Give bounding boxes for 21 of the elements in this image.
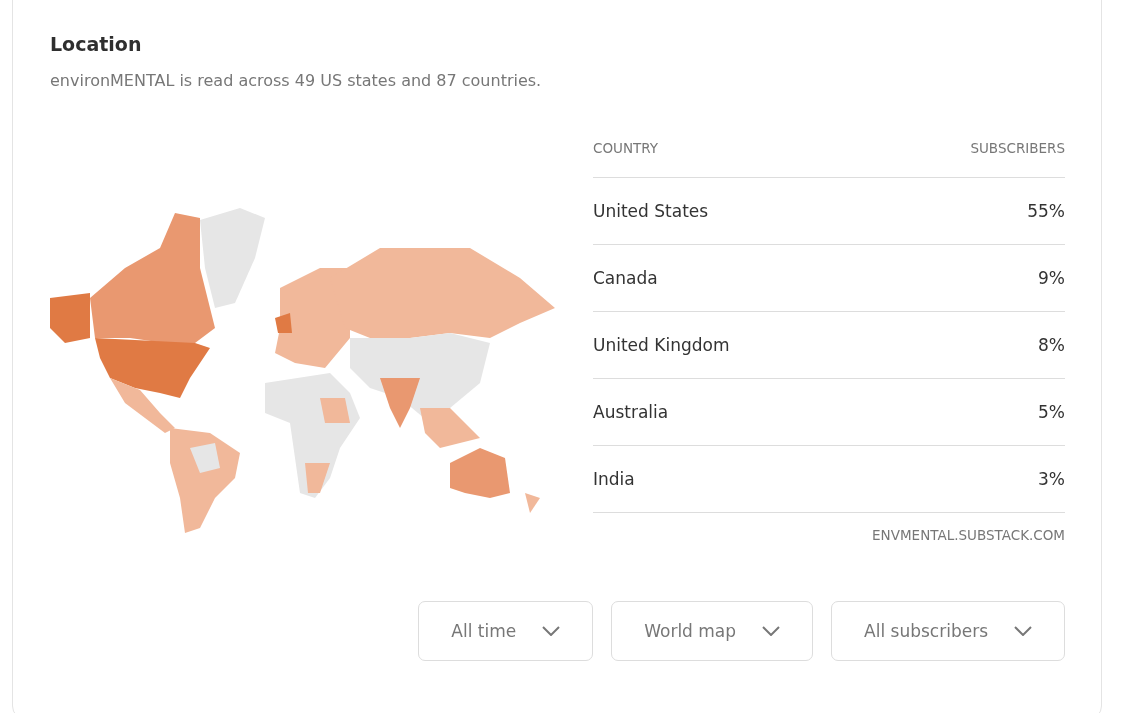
country-name: Canada [593, 268, 658, 288]
subscriber-share: 5% [1038, 402, 1065, 422]
filter-dropdown[interactable]: World map [611, 601, 814, 661]
subscriber-share: 9% [1038, 268, 1065, 288]
country-name: India [593, 469, 635, 489]
country-name: United States [593, 201, 709, 221]
country-name: United Kingdom [593, 335, 730, 355]
subscriber-share: 8% [1038, 335, 1065, 355]
column-header: SUBSCRIBERS [970, 140, 1065, 156]
country-name: Australia [593, 402, 669, 422]
card-subtitle: environMENTAL is read across 49 US states and 87 countries. [50, 71, 543, 90]
subscriber-share: 55% [1027, 201, 1065, 221]
chevron-down-icon [542, 626, 561, 636]
column-header: COUNTRY [593, 140, 659, 156]
filter-dropdown[interactable]: All time [418, 601, 594, 661]
subscriber-share: 3% [1038, 469, 1065, 489]
card-title: Location [50, 33, 143, 55]
filter-dropdown[interactable]: All subscribers [831, 601, 1065, 661]
chevron-down-icon [762, 626, 781, 636]
chevron-down-icon [1014, 626, 1032, 636]
source-label: ENVMENTAL.SUBSTACK.COM [871, 527, 1065, 543]
